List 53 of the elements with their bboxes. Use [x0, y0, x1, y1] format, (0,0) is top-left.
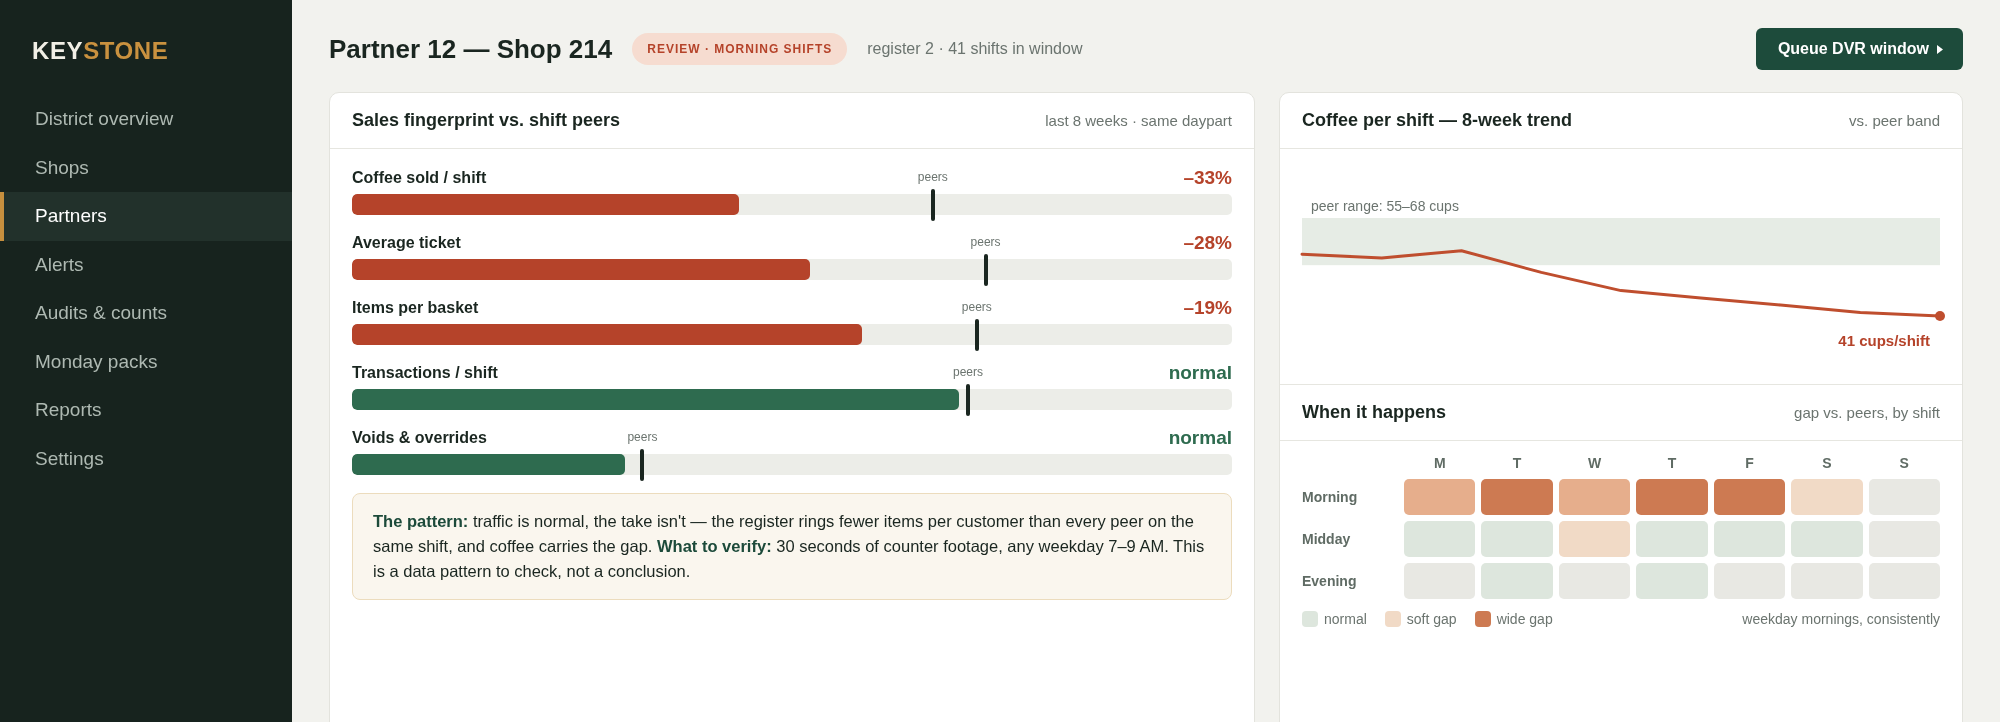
peer-label: peers: [627, 430, 658, 444]
metric-delta: normal: [1168, 427, 1232, 449]
metric-label: Transactions / shift: [352, 364, 498, 382]
day-header: T: [1511, 454, 1523, 473]
nav-item[interactable]: Monday packs: [0, 337, 292, 386]
nav-item[interactable]: Reports: [0, 386, 292, 435]
nav-item[interactable]: Alerts: [0, 240, 292, 289]
metric-label: Average ticket: [352, 234, 461, 252]
card-note: last 8 weeks · same daypart: [1045, 112, 1232, 129]
day-header: S: [1898, 454, 1910, 473]
peer-label: peers: [917, 170, 948, 184]
nav-item[interactable]: Settings: [0, 434, 292, 483]
legend-label: wide gap: [1496, 611, 1553, 627]
pattern-note: The pattern: traffic is normal, the take isn't — the register rings fewer items per customer than every peer on the same shift, and coffee carries the gap. What to verify: 30 seconds of counter footage, any weekday 7–9 AM. This is a data pattern to check, not a conclusion.: [352, 493, 1232, 600]
section-title: When it happens: [1302, 402, 1446, 423]
day-header: M: [1432, 454, 1447, 473]
caret-right-icon: [1937, 44, 1943, 54]
shift-label: Midday: [1302, 531, 1352, 547]
peer-label: peers: [961, 300, 992, 314]
metric-label: Voids & overrides: [352, 429, 487, 447]
day-header: F: [1744, 454, 1755, 473]
nav-item[interactable]: District overview: [0, 95, 292, 144]
logo-wordmark: KEYSTONE: [32, 36, 169, 65]
card-title: Coffee per shift — 8-week trend: [1302, 110, 1573, 131]
endpoint-label: 41 cups/shift: [1838, 332, 1930, 349]
shift-label: Morning: [1302, 489, 1359, 505]
card-title: Sales fingerprint vs. shift peers: [352, 110, 621, 131]
shift-label: Evening: [1302, 573, 1358, 589]
band-label: peer range: 55–68 cups: [1311, 198, 1459, 214]
section-note: gap vs. peers, by shift: [1794, 404, 1940, 421]
queue-dvr-button[interactable]: Queue DVR window: [1755, 28, 1963, 70]
day-header: W: [1586, 454, 1603, 473]
metric-label: Coffee sold / shift: [352, 169, 487, 187]
nav-item[interactable]: Partners: [0, 192, 292, 241]
day-header: T: [1666, 454, 1678, 473]
metric-label: Items per basket: [352, 299, 479, 317]
nav-item[interactable]: Shops: [0, 143, 292, 192]
page-subtitle: register 2 · 41 shifts in window: [867, 40, 1083, 58]
status-badge: REVIEW · MORNING SHIFTS: [632, 33, 848, 65]
metric-delta: –33%: [1183, 167, 1232, 189]
peer-label: peers: [970, 235, 1001, 249]
legend-label: normal: [1324, 611, 1367, 627]
metric-delta: –28%: [1183, 232, 1232, 254]
metric-delta: normal: [1168, 362, 1232, 384]
heatmap-summary: weekday mornings, consistently: [1742, 611, 1940, 627]
day-header: S: [1821, 454, 1833, 473]
peer-label: peers: [953, 365, 983, 379]
card-note: vs. peer band: [1849, 112, 1940, 129]
page-title: Partner 12 — Shop 214: [329, 33, 613, 65]
legend-label: soft gap: [1406, 611, 1457, 627]
metric-delta: –19%: [1183, 297, 1232, 319]
endpoint-dot: [1935, 311, 1945, 321]
nav-item[interactable]: Audits & counts: [0, 289, 292, 338]
